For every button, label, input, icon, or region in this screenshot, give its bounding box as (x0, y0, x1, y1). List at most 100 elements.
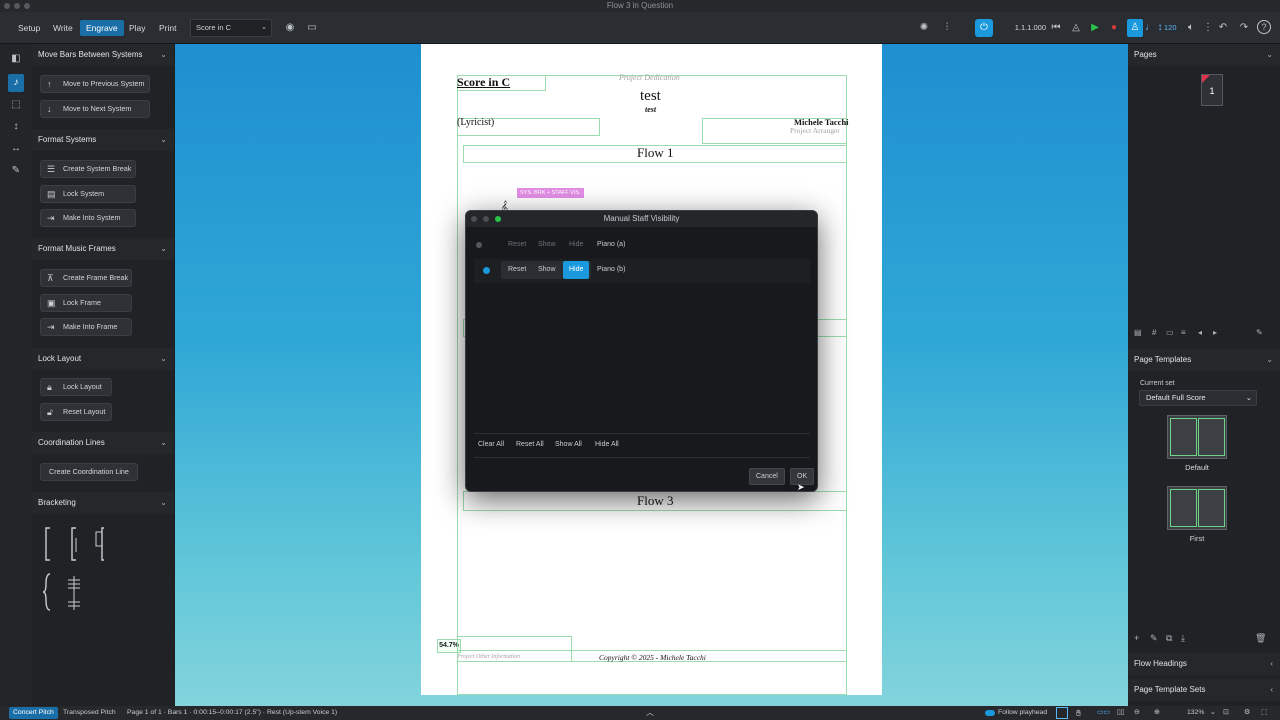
system-break-signpost[interactable]: SYS. BRK + STAFF VIS. (517, 188, 584, 198)
panel-toggle-icon[interactable]: ◧ (9, 52, 23, 66)
current-set-select[interactable]: Default Full Score ⌄ (1139, 390, 1257, 406)
reset-layout-button[interactable]: 🔓︎ Reset Layout (40, 403, 112, 421)
more-icon[interactable]: ⋮ (1203, 21, 1213, 35)
dialog-zoom-icon[interactable] (495, 216, 501, 222)
reset-button-piano-a[interactable]: Reset (502, 237, 532, 253)
hand-tool-icon[interactable]: ✋︎ (1076, 706, 1081, 720)
page-list-icon[interactable]: ▤ (1134, 328, 1142, 337)
move-to-next-system-button[interactable]: ↓ Move to Next System (40, 100, 150, 118)
settings-icon[interactable]: ⚙︎ (1244, 706, 1250, 720)
brace-bracket-icon[interactable] (95, 527, 104, 561)
cancel-button[interactable]: Cancel (749, 468, 785, 485)
speaker-icon[interactable]: 🔈︎ (1184, 21, 1198, 35)
copyright[interactable]: Copyright © 2025 - Michele Tacchi (599, 653, 706, 662)
page-thumbnail[interactable]: 1 (1201, 74, 1223, 106)
eye-icon[interactable]: ◉ (283, 21, 297, 35)
show-button-piano-a[interactable]: Show (532, 237, 562, 253)
previous-page-icon[interactable]: ◂ (1198, 328, 1202, 337)
zoom-window-icon[interactable] (24, 3, 30, 9)
metronome-icon[interactable]: ◬ (1069, 21, 1083, 35)
zoom-out-icon[interactable]: ⊖ (1134, 706, 1140, 720)
redo-icon[interactable]: ↷ (1237, 21, 1251, 35)
brace-icon[interactable] (42, 573, 51, 611)
next-page-icon[interactable]: ▸ (1213, 328, 1217, 337)
concert-pitch-toggle[interactable]: Concert Pitch (9, 707, 58, 719)
lyricist[interactable]: (Lyricist) (457, 117, 494, 128)
bracket-icon[interactable] (45, 527, 50, 561)
staff-spacing-icon[interactable]: ↕ (9, 120, 23, 134)
page-template-sets-section-header[interactable]: Page Template Sets ‹ (1128, 679, 1280, 701)
section-coordination-lines[interactable]: Coordination Lines ⌄ (32, 432, 174, 454)
lock-system-button[interactable]: ▤ Lock System (40, 185, 136, 203)
mode-play[interactable]: Play (123, 20, 152, 36)
flow-1-heading[interactable]: Flow 1 (637, 145, 673, 161)
add-icon[interactable]: + (1134, 633, 1139, 643)
rewind-icon[interactable]: ⏮ (1050, 21, 1062, 35)
lock-frame-button[interactable]: ▣ Lock Frame (40, 294, 132, 312)
flow-headings-section-header[interactable]: Flow Headings ‹ (1128, 653, 1280, 675)
layout-name[interactable]: Score in C (457, 75, 510, 90)
click-icon[interactable]: ♙ (1127, 19, 1143, 37)
create-frame-break-button[interactable]: ⊼ Create Frame Break (40, 269, 132, 287)
edit-icon[interactable]: ✎ (1150, 633, 1158, 644)
template-first-thumbnail[interactable] (1167, 486, 1227, 530)
create-coordination-line-button[interactable]: Create Coordination Line (40, 463, 138, 481)
reset-button-piano-b[interactable]: Reset (502, 262, 533, 278)
delete-icon[interactable]: 🗑︎ (1255, 633, 1266, 644)
page-number-icon[interactable]: # (1152, 328, 1156, 337)
edit-page-icon[interactable]: ✎ (1256, 328, 1263, 337)
section-format-systems[interactable]: Format Systems ⌄ (32, 129, 174, 151)
fit-page-icon[interactable]: ⬚ (1261, 706, 1267, 720)
project-arranger[interactable]: Project Arranger (790, 126, 840, 135)
pages-section-header[interactable]: Pages ⌄ (1128, 44, 1280, 66)
mode-setup[interactable]: Setup (12, 20, 46, 36)
reset-all-button[interactable]: Reset All (510, 437, 550, 453)
create-system-break-button[interactable]: ☰ Create System Break (40, 160, 136, 178)
fit-width-icon[interactable]: ⊡ (1223, 706, 1229, 720)
show-button-piano-b[interactable]: Show (532, 262, 562, 278)
dialog-close-icon[interactable] (471, 216, 477, 222)
section-format-music-frames[interactable]: Format Music Frames ⌄ (32, 238, 174, 260)
zoom-level[interactable]: 132% (1187, 706, 1204, 720)
duplicate-icon[interactable]: ⧉ (1166, 633, 1172, 644)
frame-icon[interactable]: ▭ (1166, 328, 1174, 337)
hide-button-piano-a[interactable]: Hide (563, 237, 589, 253)
help-icon[interactable]: ? (1257, 20, 1271, 34)
activate-project-icon[interactable]: ⏻ (975, 19, 993, 37)
template-default-thumbnail[interactable] (1167, 415, 1227, 459)
mode-engrave[interactable]: Engrave (80, 20, 124, 36)
make-into-system-button[interactable]: ⇥ Make Into System (40, 209, 136, 227)
zoom-in-icon[interactable]: ⊕ (1154, 706, 1160, 720)
transposed-pitch-toggle[interactable]: Transposed Pitch (63, 707, 116, 719)
project-dedication[interactable]: Project Dedication (619, 73, 680, 82)
project-other-information[interactable]: Project Other Information (457, 654, 520, 660)
project-title[interactable]: test (640, 88, 661, 105)
mode-write[interactable]: Write (47, 20, 79, 36)
import-icon[interactable]: ⤓ (1181, 633, 1185, 644)
mixer-icon[interactable]: ⫶ (940, 21, 954, 35)
hide-all-button[interactable]: Hide All (589, 437, 625, 453)
section-bracketing[interactable]: Bracketing ⌄ (32, 492, 174, 514)
lock-layout-button[interactable]: 🔒︎ Lock Layout (40, 378, 112, 396)
move-to-previous-system-button[interactable]: ↑ Move to Previous System (40, 75, 150, 93)
view-options-icon[interactable]: ▯▯ (1117, 706, 1124, 720)
frame-editing-icon[interactable]: ⬚ (9, 98, 23, 112)
record-icon[interactable]: ● (1108, 21, 1120, 35)
hide-button-piano-b[interactable]: Hide (563, 261, 590, 279)
flow-3-heading[interactable]: Flow 3 (637, 493, 673, 509)
graphic-editing-icon[interactable]: ♪ (8, 74, 24, 92)
project-subtitle[interactable]: test (645, 105, 656, 114)
minimize-window-icon[interactable] (14, 3, 20, 9)
chevron-down-icon[interactable]: ⌄ (1210, 706, 1216, 720)
close-window-icon[interactable] (4, 3, 10, 9)
expand-lower-zone-icon[interactable]: ︿ (646, 706, 654, 720)
select-tool-icon[interactable] (1056, 707, 1068, 719)
spread-view-icon[interactable]: ▭▭ (1097, 706, 1110, 720)
window-icon[interactable]: ▭ (305, 21, 319, 35)
layout-select[interactable]: Score in C ⌄ (190, 19, 272, 37)
pen-icon[interactable]: ✎ (9, 164, 23, 178)
mode-print[interactable]: Print (153, 20, 182, 36)
make-into-frame-button[interactable]: ⇥ Make Into Frame (40, 318, 132, 336)
text-align-icon[interactable]: ≡ (1181, 328, 1186, 337)
show-all-button[interactable]: Show All (549, 437, 588, 453)
